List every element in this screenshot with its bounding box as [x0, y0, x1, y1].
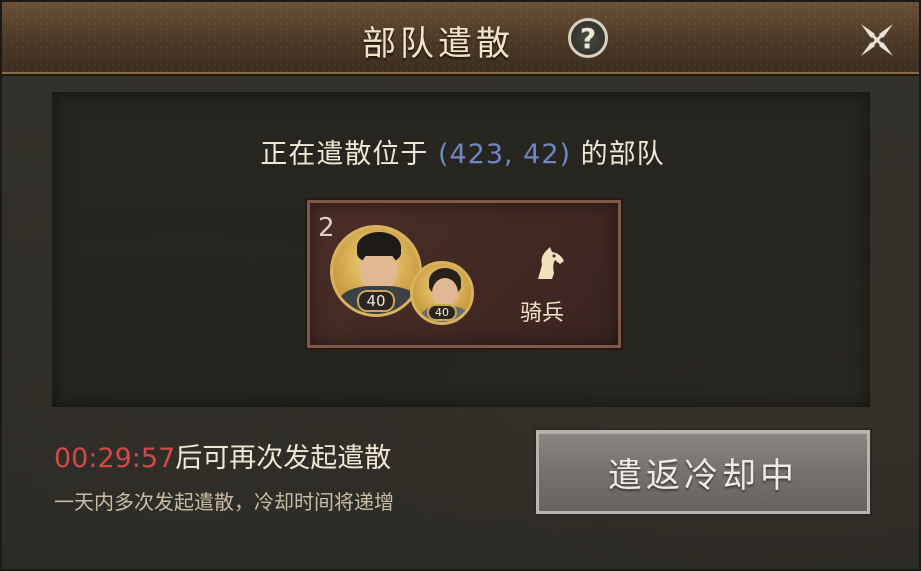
vice-general-portrait: 40: [410, 261, 474, 325]
location-text: 正在遣散位于 (423, 42) 的部队: [2, 132, 921, 171]
location-suffix: 的部队: [580, 139, 665, 170]
main-general-portrait: 40: [330, 225, 422, 317]
help-button[interactable]: ?: [568, 18, 608, 58]
close-icon: [861, 24, 893, 56]
troop-card[interactable]: 2 40 40 骑兵: [307, 200, 621, 348]
horse-icon: [530, 243, 570, 283]
return-cooldown-button[interactable]: 遣返冷却中: [536, 430, 870, 514]
troop-count: 2: [318, 213, 335, 243]
cooldown-text: 后可再次发起遣散: [175, 443, 392, 474]
close-button[interactable]: [857, 20, 897, 60]
cooldown-status: 00:29:57后可再次发起遣散: [54, 436, 391, 475]
troop-type-label: 骑兵: [520, 301, 565, 326]
location-coords: (423, 42): [437, 139, 572, 170]
cooldown-hint: 一天内多次发起遣散，冷却时间将递增: [54, 490, 394, 514]
cooldown-timer: 00:29:57: [54, 443, 176, 474]
dialog-title: 部队遣散: [362, 24, 514, 64]
location-prefix: 正在遣散位于: [260, 139, 429, 170]
vice-general-level: 40: [427, 304, 457, 321]
dialog-header: 部队遣散 ?: [2, 2, 919, 74]
main-general-level: 40: [357, 290, 395, 312]
disband-dialog: 部队遣散 ? 正在遣散位于 (423, 42) 的部队 2 40 40 骑兵 0…: [0, 0, 921, 571]
